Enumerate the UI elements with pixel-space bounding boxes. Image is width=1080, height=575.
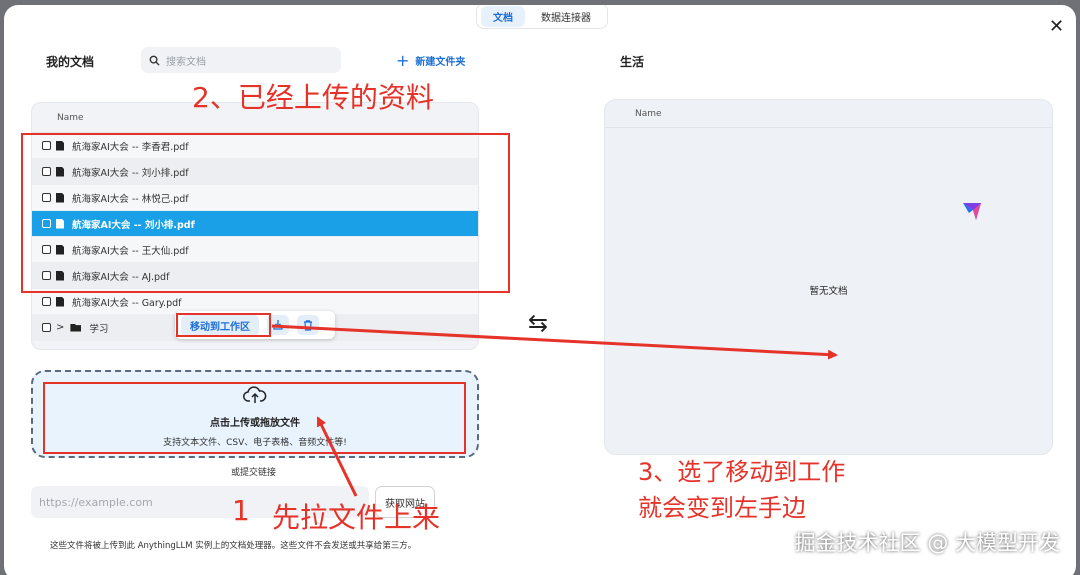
- workspace-column-header: Name: [605, 100, 1052, 128]
- annotation-step3-line2: 就会变到左手边: [638, 494, 806, 522]
- swap-arrows-icon: ⇆: [528, 309, 549, 337]
- checkbox[interactable]: [42, 323, 51, 332]
- workspace-title: 生活: [620, 55, 645, 69]
- tab-bar: 文档 数据连接器: [476, 5, 608, 29]
- plus-icon: +: [396, 50, 410, 70]
- folder-name: 学习: [89, 323, 109, 335]
- annotation-uploaded: 2、已经上传的资料: [192, 81, 434, 114]
- search-input[interactable]: 搜索文档: [141, 47, 341, 73]
- chevron-right-icon[interactable]: >: [56, 322, 64, 333]
- my-documents-title: 我的文档: [46, 55, 95, 69]
- new-folder-button[interactable]: + 新建文件夹: [396, 50, 466, 70]
- workspace-empty-text: 暂无文档: [809, 286, 848, 297]
- or-submit-link-label: 或提交链接: [231, 468, 277, 478]
- annotation-box-files: [21, 133, 510, 293]
- new-folder-label: 新建文件夹: [415, 57, 466, 68]
- logo-icon: [963, 203, 981, 220]
- search-icon: [149, 55, 160, 66]
- file-name: 航海家AI大会 -- Gary.pdf: [72, 297, 182, 309]
- upload-disclaimer: 这些文件将被上传到此 AnythingLLM 实例上的文档处理器。这些文件不会发…: [50, 541, 417, 551]
- workspace-panel: Name 暂无文档: [604, 99, 1053, 455]
- tab-documents[interactable]: 文档: [481, 5, 525, 27]
- search-placeholder: 搜索文档: [166, 56, 206, 68]
- file-icon: [56, 296, 64, 307]
- annotation-step3-line1: 3、选了移动到工作: [638, 458, 846, 486]
- annotation-step1: 1: [232, 494, 250, 527]
- annotation-box-upload: [43, 382, 466, 454]
- annotation-drag-files: 先拉文件上来: [272, 501, 441, 534]
- close-icon[interactable]: ✕: [1049, 18, 1064, 36]
- watermark: 掘金技术社区 @ 大模型开发: [794, 531, 1060, 555]
- tab-data-connectors[interactable]: 数据连接器: [529, 6, 603, 27]
- folder-icon: [70, 323, 82, 332]
- trash-icon[interactable]: [297, 315, 319, 335]
- annotation-box-move: [176, 313, 271, 337]
- checkbox[interactable]: [42, 297, 51, 306]
